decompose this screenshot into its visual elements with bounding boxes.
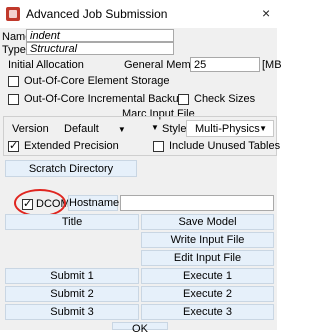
type-field[interactable]: Structural: [26, 42, 174, 55]
version-dropdown[interactable]: Default ▼: [64, 123, 126, 135]
hostname-field[interactable]: [120, 195, 274, 211]
version-value: Default: [64, 123, 99, 135]
out-of-core-incremental-backup-label: Out-Of-Core Incremental Backup: [24, 93, 185, 105]
name-field[interactable]: indent: [26, 29, 174, 42]
title-bar: Advanced Job Submission ×: [0, 0, 277, 28]
dialog-panel: Name indent Type Structural Initial Allo…: [0, 28, 282, 335]
check-sizes-label: Check Sizes: [194, 93, 256, 105]
include-unused-tables-label: Include Unused Tables: [169, 140, 281, 152]
type-label: Type: [2, 44, 26, 56]
name-value: indent: [30, 30, 60, 42]
general-memory-field[interactable]: 25: [190, 57, 260, 72]
marc-app-icon: [6, 7, 20, 21]
general-memory-value: 25: [194, 59, 207, 71]
execute-3-button[interactable]: Execute 3: [141, 304, 274, 320]
execute-2-button[interactable]: Execute 2: [141, 286, 274, 302]
chevron-down-icon: ▼: [117, 125, 126, 134]
initial-allocation-label: Initial Allocation: [8, 59, 84, 71]
submit-3-button[interactable]: Submit 3: [5, 304, 139, 320]
out-of-core-element-storage-checkbox[interactable]: [8, 76, 19, 87]
write-input-file-button[interactable]: Write Input File: [141, 232, 274, 248]
hostname-button[interactable]: Hostname: [68, 195, 119, 211]
execute-1-button[interactable]: Execute 1: [141, 268, 274, 284]
edit-input-file-button[interactable]: Edit Input File: [141, 250, 274, 266]
out-of-core-element-storage-label: Out-Of-Core Element Storage: [24, 75, 170, 87]
window-title: Advanced Job Submission: [26, 7, 168, 21]
include-unused-tables-checkbox[interactable]: [153, 141, 164, 152]
style-label: Style: [162, 123, 187, 135]
highlight-circle: [14, 189, 66, 217]
extended-precision-checkbox[interactable]: [8, 139, 19, 152]
title-button[interactable]: Title: [5, 214, 139, 230]
close-icon[interactable]: ×: [262, 5, 270, 21]
submit-2-button[interactable]: Submit 2: [5, 286, 139, 302]
save-model-button[interactable]: Save Model: [141, 214, 274, 230]
type-value: Structural: [30, 43, 78, 55]
chevron-down-icon: ▼: [259, 124, 267, 133]
version-label: Version: [12, 123, 49, 135]
check-sizes-checkbox[interactable]: [178, 94, 189, 105]
submit-1-button[interactable]: Submit 1: [5, 268, 139, 284]
out-of-core-incremental-backup-checkbox[interactable]: [8, 94, 19, 105]
general-memory-unit: [MB: [262, 59, 282, 71]
style-dropdown[interactable]: Multi-Physics ▼: [186, 120, 274, 137]
scratch-directory-button[interactable]: Scratch Directory: [5, 160, 137, 177]
extended-precision-label: Extended Precision: [24, 140, 119, 152]
ok-button[interactable]: OK: [112, 322, 168, 335]
chevron-down-icon: ▼: [151, 123, 159, 132]
style-value: Multi-Physics: [195, 123, 260, 135]
